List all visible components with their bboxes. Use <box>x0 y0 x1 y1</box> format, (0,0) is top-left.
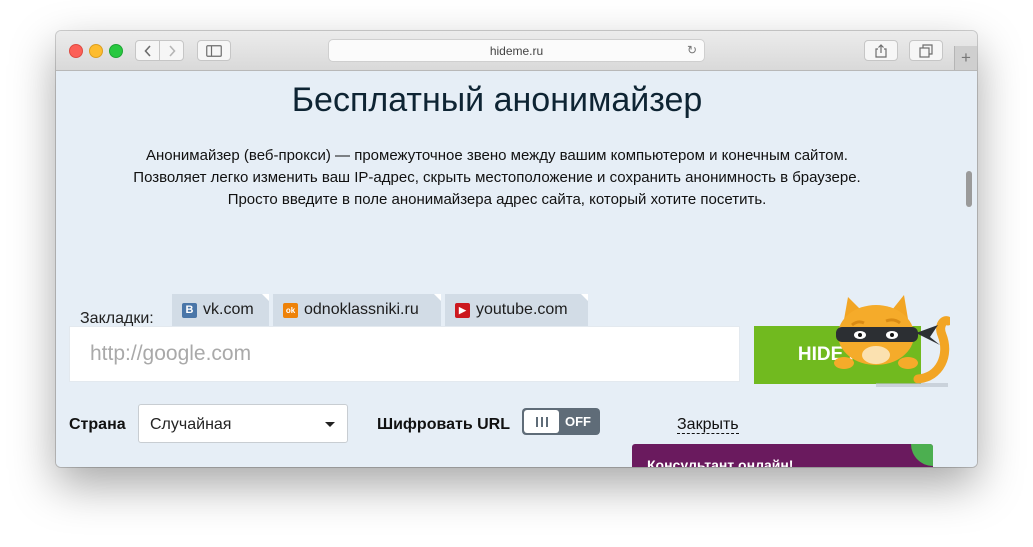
url-text: hideme.ru <box>489 44 544 58</box>
browser-toolbar: hideme.ru ↻ + <box>56 31 977 71</box>
sidebar-icon <box>206 44 222 57</box>
page-description: Анонимайзер (веб-прокси) — промежуточное… <box>56 145 938 211</box>
country-label: Страна <box>69 416 126 433</box>
description-line: Позволяет легко изменить ваш IP-адрес, с… <box>133 169 861 186</box>
ninja-cat-icon <box>834 295 950 387</box>
minimize-window-button[interactable] <box>89 44 103 58</box>
share-button[interactable] <box>864 40 898 61</box>
toggle-knob <box>524 410 559 433</box>
address-bar[interactable]: hideme.ru ↻ <box>328 39 705 62</box>
youtube-icon: ▶ <box>455 302 470 318</box>
vk-icon: В <box>182 302 197 318</box>
tabs-button[interactable] <box>909 40 943 61</box>
description-line: Просто введите в поле анонимайзера адрес… <box>227 191 767 208</box>
country-select[interactable]: Случайная <box>138 404 348 443</box>
consultant-label: Консультант онлайн! <box>647 457 794 467</box>
toggle-state: OFF <box>565 414 591 429</box>
page-title: Бесплатный анонимайзер <box>291 81 703 119</box>
chevron-down-icon <box>325 422 335 427</box>
tabs-icon <box>919 43 933 58</box>
bookmark-label: youtube.com <box>476 301 568 318</box>
zoom-window-button[interactable] <box>109 44 123 58</box>
new-tab-button[interactable]: + <box>954 46 977 70</box>
bookmark-label: odnoklassniki.ru <box>304 301 419 318</box>
vertical-scrollbar[interactable] <box>966 171 972 207</box>
back-button[interactable] <box>135 40 160 61</box>
chevron-left-icon <box>143 44 151 57</box>
chevron-right-icon <box>168 44 176 57</box>
browser-window: hideme.ru ↻ + Бесплатный анонимайзер Ано… <box>56 31 977 467</box>
page-content: Бесплатный анонимайзер Анонимайзер (веб-… <box>56 71 977 467</box>
odnoklassniki-icon: ok <box>283 302 298 318</box>
bookmark-youtube[interactable]: ▶ youtube.com <box>445 294 588 326</box>
bookmark-label: vk.com <box>203 301 254 318</box>
country-selected-value: Случайная <box>150 416 232 433</box>
encrypt-url-label: Шифровать URL <box>377 416 510 433</box>
consultant-chat-widget[interactable]: Консультант онлайн! <box>632 444 933 467</box>
close-window-button[interactable] <box>69 44 83 58</box>
forward-button[interactable] <box>159 40 184 61</box>
bookmark-odnoklassniki[interactable]: ok odnoklassniki.ru <box>273 294 441 326</box>
share-icon <box>875 43 887 58</box>
close-link[interactable]: Закрыть <box>677 416 739 434</box>
url-input-wrapper <box>69 326 740 382</box>
chat-status-icon <box>911 444 933 466</box>
sidebar-button[interactable] <box>197 40 231 61</box>
description-line: Анонимайзер (веб-прокси) — промежуточное… <box>146 147 848 164</box>
reload-icon[interactable]: ↻ <box>687 43 697 57</box>
encrypt-url-toggle[interactable]: OFF <box>522 408 600 435</box>
bookmark-vk[interactable]: В vk.com <box>172 294 269 326</box>
url-input[interactable] <box>70 327 739 381</box>
